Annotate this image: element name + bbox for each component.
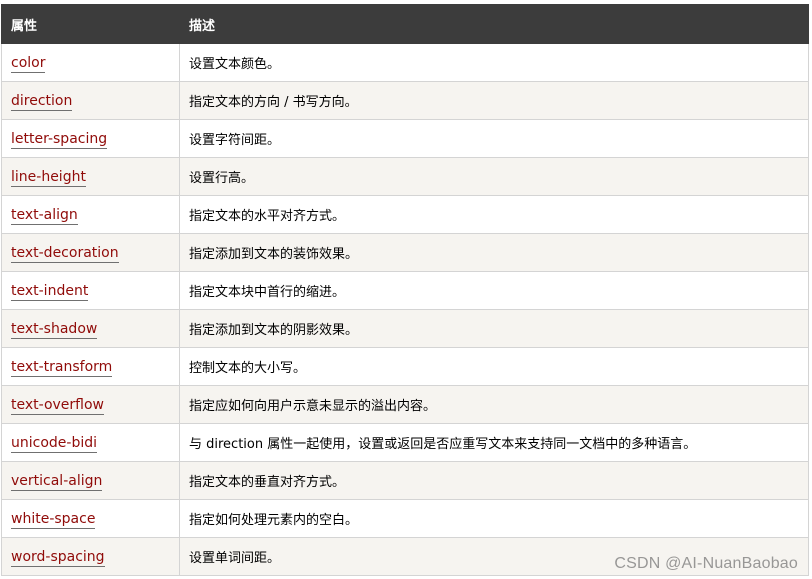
description-text: 指定文本的水平对齐方式。 (189, 209, 346, 224)
header-description: 描述 (179, 4, 809, 44)
property-link[interactable]: text-indent (11, 282, 89, 301)
property-link[interactable]: text-transform (11, 358, 113, 377)
property-cell: vertical-align (1, 461, 180, 500)
property-cell: color (1, 43, 180, 82)
property-link[interactable]: word-spacing (11, 548, 105, 567)
property-link[interactable]: line-height (11, 168, 86, 187)
description-text: 设置字符间距。 (189, 133, 281, 148)
description-text: 指定文本的方向 / 书写方向。 (189, 95, 358, 110)
property-cell: text-transform (1, 347, 180, 386)
description-cell: 设置行高。 (179, 157, 809, 196)
description-cell: 指定文本的方向 / 书写方向。 (179, 81, 809, 120)
property-cell: unicode-bidi (1, 423, 180, 462)
table-body: color 设置文本颜色。 direction 指定文本的方向 / 书写方向。 … (1, 43, 809, 576)
property-link[interactable]: letter-spacing (11, 130, 108, 149)
table-header-row: 属性 描述 (1, 4, 809, 44)
property-link[interactable]: text-shadow (11, 320, 98, 339)
property-link[interactable]: text-decoration (11, 244, 119, 263)
property-link[interactable]: direction (11, 92, 73, 111)
description-cell: 指定应如何向用户示意未显示的溢出内容。 (179, 385, 809, 424)
description-text: 与 direction 属性一起使用，设置或返回是否应重写文本来支持同一文档中的… (189, 437, 697, 452)
description-text: 指定应如何向用户示意未显示的溢出内容。 (189, 399, 437, 414)
property-cell: text-align (1, 195, 180, 234)
description-text: 指定文本块中首行的缩进。 (189, 285, 346, 300)
property-link[interactable]: text-align (11, 206, 78, 225)
description-cell: 指定文本块中首行的缩进。 (179, 271, 809, 310)
table-row: text-indent 指定文本块中首行的缩进。 (1, 271, 809, 310)
property-link[interactable]: vertical-align (11, 472, 103, 491)
header-property: 属性 (1, 4, 180, 44)
table-row: line-height 设置行高。 (1, 157, 809, 196)
table-row: unicode-bidi 与 direction 属性一起使用，设置或返回是否应… (1, 423, 809, 462)
description-cell: 控制文本的大小写。 (179, 347, 809, 386)
description-text: 指定如何处理元素内的空白。 (189, 513, 359, 528)
property-cell: line-height (1, 157, 180, 196)
property-cell: direction (1, 81, 180, 120)
description-text: 指定添加到文本的装饰效果。 (189, 247, 359, 262)
description-cell: 指定文本的水平对齐方式。 (179, 195, 809, 234)
property-cell: word-spacing (1, 537, 180, 576)
table-row: text-shadow 指定添加到文本的阴影效果。 (1, 309, 809, 348)
description-cell: 设置文本颜色。 (179, 43, 809, 82)
csdn-watermark: CSDN @AI-NuanBaobao (614, 555, 798, 572)
table-row: text-align 指定文本的水平对齐方式。 (1, 195, 809, 234)
property-cell: text-indent (1, 271, 180, 310)
description-cell: 指定文本的垂直对齐方式。 (179, 461, 809, 500)
property-cell: text-overflow (1, 385, 180, 424)
table-row: color 设置文本颜色。 (1, 43, 809, 82)
property-link[interactable]: color (11, 54, 46, 73)
description-text: 设置行高。 (189, 171, 255, 186)
property-cell: letter-spacing (1, 119, 180, 158)
table-row: vertical-align 指定文本的垂直对齐方式。 (1, 461, 809, 500)
description-text: 设置文本颜色。 (189, 57, 281, 72)
table-row: text-decoration 指定添加到文本的装饰效果。 (1, 233, 809, 272)
description-text: 指定添加到文本的阴影效果。 (189, 323, 359, 338)
property-link[interactable]: text-overflow (11, 396, 104, 415)
description-text: 控制文本的大小写。 (189, 361, 307, 376)
property-cell: white-space (1, 499, 180, 538)
description-cell: 指定添加到文本的装饰效果。 (179, 233, 809, 272)
table-row: text-transform 控制文本的大小写。 (1, 347, 809, 386)
table-row: text-overflow 指定应如何向用户示意未显示的溢出内容。 (1, 385, 809, 424)
property-link[interactable]: unicode-bidi (11, 434, 98, 453)
property-cell: text-decoration (1, 233, 180, 272)
description-cell: 与 direction 属性一起使用，设置或返回是否应重写文本来支持同一文档中的… (179, 423, 809, 462)
table-row: white-space 指定如何处理元素内的空白。 (1, 499, 809, 538)
description-cell: 设置字符间距。 (179, 119, 809, 158)
description-text: 指定文本的垂直对齐方式。 (189, 475, 346, 490)
table-row: letter-spacing 设置字符间距。 (1, 119, 809, 158)
description-text: 设置单词间距。 (189, 551, 281, 566)
table-row: direction 指定文本的方向 / 书写方向。 (1, 81, 809, 120)
property-link[interactable]: white-space (11, 510, 96, 529)
description-cell: 指定如何处理元素内的空白。 (179, 499, 809, 538)
css-text-properties-table: 属性 描述 color 设置文本颜色。 direction 指定文本的方向 / … (1, 4, 809, 576)
property-cell: text-shadow (1, 309, 180, 348)
description-cell: 指定添加到文本的阴影效果。 (179, 309, 809, 348)
